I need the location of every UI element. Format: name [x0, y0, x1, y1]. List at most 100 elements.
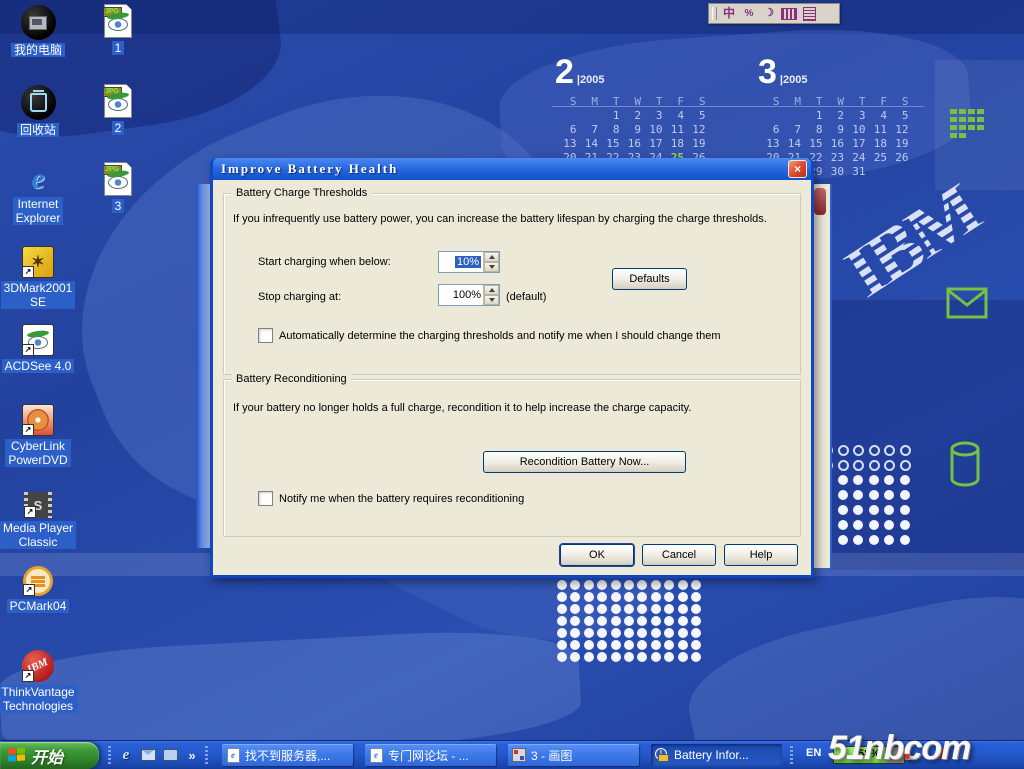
chinese-input-icon[interactable]: 中	[721, 6, 737, 21]
desktop-icon-internet-explorer-internet[interactable]: eInternetExplorer	[0, 158, 76, 225]
wallpaper-dot	[869, 490, 879, 500]
calendar-day: 25	[866, 151, 888, 165]
desktop-icon-recycle-bin-[interactable]: 回收站	[0, 84, 76, 137]
background-window-battery-graphic	[814, 188, 826, 215]
quicklaunch-ie-icon[interactable]: e	[116, 745, 136, 765]
background-window-left-edge[interactable]	[196, 184, 210, 548]
wallpaper-dot	[611, 616, 621, 626]
notify-recondition-checkbox[interactable]	[258, 491, 273, 506]
calendar-dow: S	[684, 95, 706, 109]
calendar-day: 9	[823, 123, 845, 137]
battery-reconditioning-group: Battery Reconditioning If your battery n…	[223, 379, 801, 537]
language-indicator[interactable]: EN	[806, 747, 821, 759]
jpg-file-icon: JPG	[104, 4, 132, 38]
auto-thresholds-checkbox[interactable]	[258, 328, 273, 343]
stop-threshold-value[interactable]: 100%	[439, 285, 483, 305]
desktop-icon-jpg-file-3[interactable]: JPG 3	[80, 160, 156, 213]
punctuation-icon[interactable]: ☽	[761, 6, 777, 21]
calendar-day: 11	[663, 123, 685, 137]
calendar-dow: F	[866, 95, 888, 109]
cancel-button[interactable]: Cancel	[642, 544, 716, 566]
wallpaper-dot	[557, 640, 567, 650]
calendar-dow: T	[844, 95, 866, 109]
wallpaper-dot	[869, 505, 879, 515]
calendar-day: 15	[801, 137, 823, 151]
width-mode-icon[interactable]: %	[741, 6, 757, 21]
start-threshold-value[interactable]: 10%	[439, 252, 483, 272]
calendar-day: 11	[866, 123, 888, 137]
task-button-label: Battery Infor...	[674, 748, 749, 762]
calendar-dow: S	[555, 95, 577, 109]
start-threshold-spinner[interactable]: 10%	[438, 251, 500, 273]
ie-page-icon: e	[226, 748, 240, 762]
help-button[interactable]: Help	[724, 544, 798, 566]
wallpaper-dot	[678, 652, 688, 662]
desktop-icon-label: 3DMark2001SE	[1, 281, 76, 309]
stop-threshold-spinner[interactable]: 100%	[438, 284, 500, 306]
spin-up-button[interactable]	[484, 285, 499, 295]
ime-language-bar[interactable]: 中 % ☽	[708, 3, 840, 24]
wallpaper-dot	[584, 640, 594, 650]
quicklaunch-overflow-chevron[interactable]: »	[182, 745, 202, 765]
ime-drag-handle[interactable]	[712, 7, 717, 20]
spin-down-button[interactable]	[484, 262, 499, 272]
task-button-2[interactable]: e 专门网论坛 - ...	[365, 744, 496, 766]
dialog-titlebar[interactable]: Improve Battery Health ×	[213, 158, 811, 180]
calendar-day: 24	[844, 151, 866, 165]
auto-thresholds-checkbox-label: Automatically determine the charging thr…	[279, 330, 720, 342]
ie-page-icon: e	[369, 748, 383, 762]
calendar-day: 7	[780, 123, 802, 137]
wallpaper-dot	[597, 640, 607, 650]
desktop-icon-label: 3	[112, 199, 125, 213]
recondition-battery-button[interactable]: Recondition Battery Now...	[483, 451, 686, 473]
desktop-icon-media-player-classic-mediaplayer[interactable]: S↗Media PlayerClassic	[0, 482, 76, 549]
desktop-icon-jpg-file-1[interactable]: JPG1	[80, 2, 156, 55]
quicklaunch-mail-icon[interactable]	[138, 745, 158, 765]
spin-up-button[interactable]	[484, 252, 499, 262]
group-description: If you infrequently use battery power, y…	[233, 213, 793, 225]
wallpaper-dot	[884, 475, 894, 485]
desktop-icon-pcmark04-pcmark04[interactable]: ↗ PCMark04	[0, 560, 76, 613]
wallpaper-dot	[557, 628, 567, 638]
wallpaper-dot	[664, 640, 674, 650]
task-button-1[interactable]: e找不到服务器,...	[222, 744, 353, 766]
defaults-button[interactable]: Defaults	[612, 268, 687, 290]
task-button-4[interactable]: !Battery Infor...	[651, 744, 782, 766]
wallpaper-dot	[691, 592, 701, 602]
calendar-day: 6	[758, 123, 780, 137]
wallpaper-dot	[900, 490, 910, 500]
wallpaper-dot	[597, 652, 607, 662]
desktop-icon-label: PCMark04	[7, 599, 70, 613]
desktop-icon-label: 我的电脑	[11, 43, 65, 57]
ok-button[interactable]: OK	[560, 544, 634, 566]
task-button-label: 专门网论坛 - ...	[388, 747, 469, 764]
desktop-icon-3dmark2001-3dmark2001[interactable]: ✶↗3DMark2001SE	[0, 242, 76, 309]
start-button[interactable]: 开始	[0, 742, 99, 769]
shortcut-arrow-icon: ↗	[23, 584, 35, 596]
calendar-day: 7	[577, 123, 599, 137]
spin-down-button[interactable]	[484, 295, 499, 305]
ime-menu-icon[interactable]	[801, 6, 817, 21]
soft-keyboard-icon[interactable]	[781, 6, 797, 21]
shortcut-arrow-icon: ↗	[22, 670, 34, 682]
calendar-dow: T	[641, 95, 663, 109]
desktop-icon-my-computer-[interactable]: 我的电脑	[0, 4, 76, 57]
quicklaunch-show-desktop-icon[interactable]	[160, 745, 180, 765]
default-suffix-label: (default)	[506, 291, 546, 303]
close-icon[interactable]: ×	[788, 160, 807, 178]
wallpaper-dot	[637, 640, 647, 650]
wallpaper-dot	[570, 652, 580, 662]
desktop-icon-acdsee-acdsee40[interactable]: ↗ACDSee 4.0	[0, 320, 76, 373]
wallpaper-dot	[584, 580, 594, 590]
calendar-day: 13	[555, 137, 577, 151]
group-description: If your battery no longer holds a full c…	[233, 402, 793, 414]
desktop-icon-thinkvantage-thinkvantage[interactable]: IBM↗ThinkVantageTechnologies	[0, 646, 76, 713]
desktop-icon-powerdvd-cyberlink[interactable]: ↗CyberLinkPowerDVD	[0, 400, 76, 467]
calendar-day: 2	[620, 109, 642, 123]
calendar-dow: S	[758, 95, 780, 109]
desktop-icon-jpg-file-2[interactable]: JPG2	[80, 82, 156, 135]
wallpaper-dot	[900, 535, 910, 545]
jpg-file-icon: JPG	[104, 162, 132, 196]
background-window-right-edge[interactable]	[813, 184, 832, 568]
task-button-3[interactable]: 3 - 画图	[508, 744, 639, 766]
